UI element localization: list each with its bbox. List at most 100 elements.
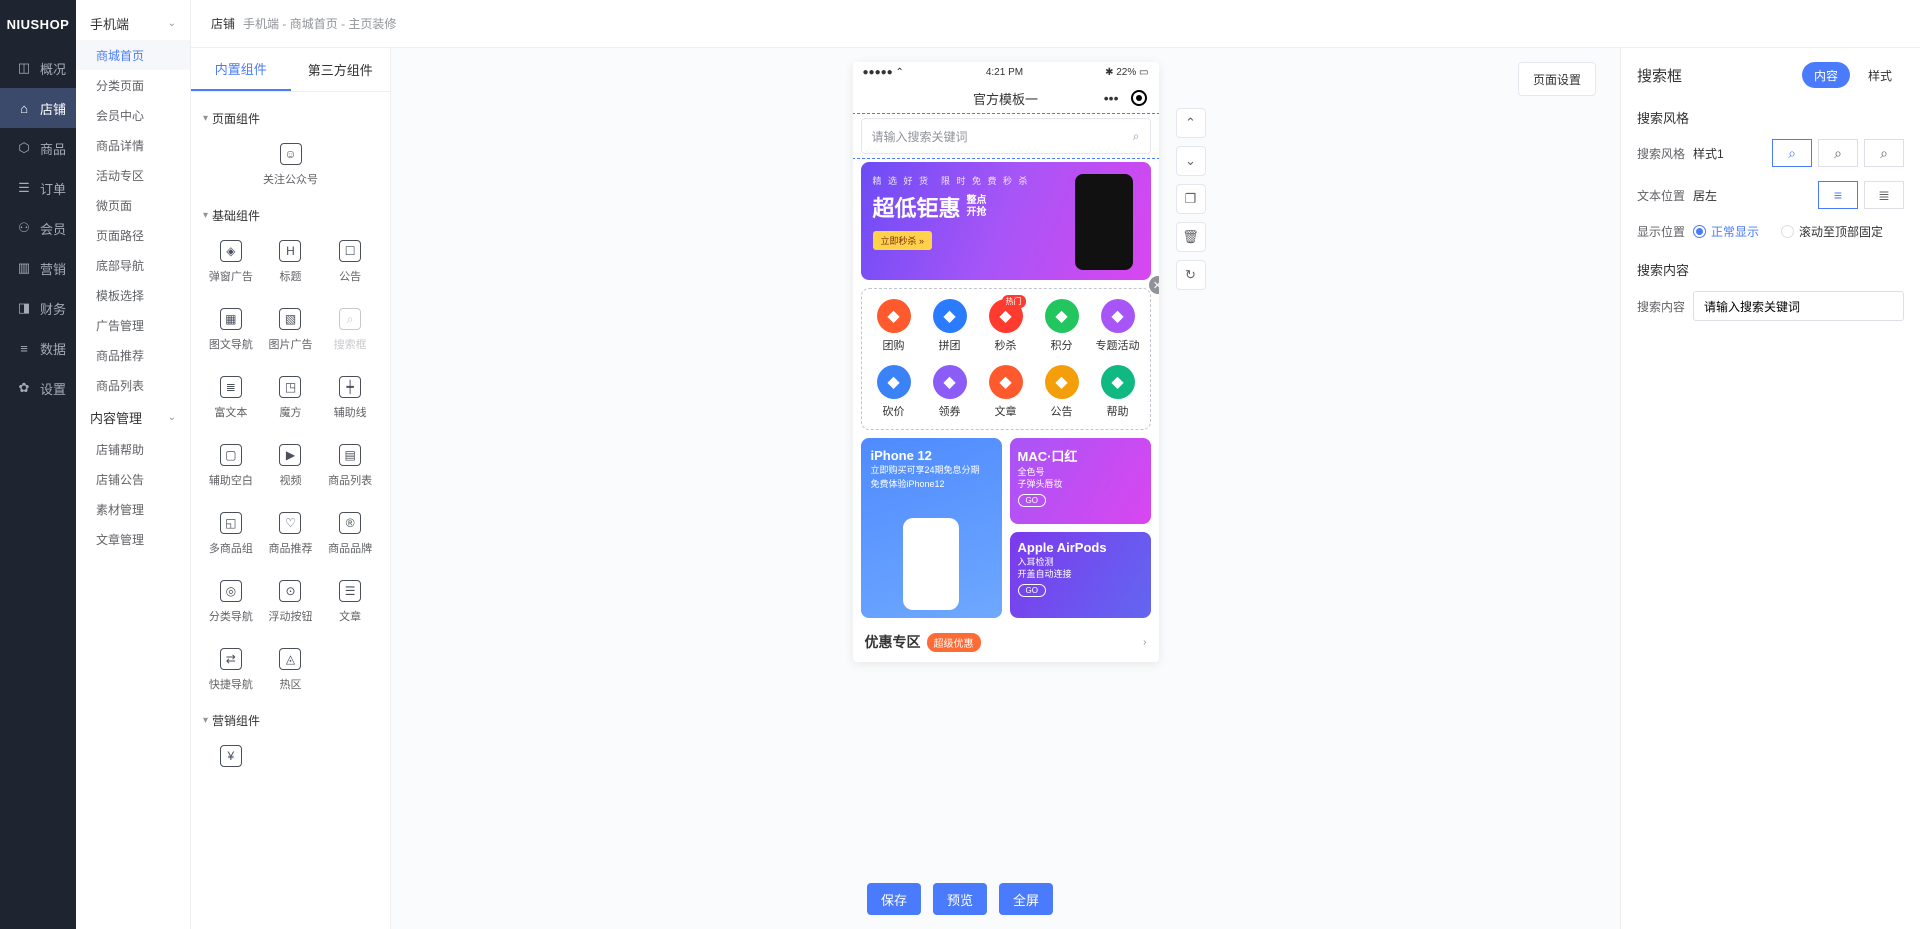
move-up-button[interactable]: ⌃ xyxy=(1176,108,1206,138)
nav-cell[interactable]: ◆拼团 xyxy=(922,299,978,353)
nav-cell-icon: ◆ xyxy=(1101,365,1135,399)
delete-button[interactable]: 🗑 xyxy=(1176,222,1206,252)
props-tab-style[interactable]: 样式 xyxy=(1856,62,1904,88)
sub-item[interactable]: 商品推荐 xyxy=(76,340,190,370)
radio-sticky[interactable]: 滚动至顶部固定 xyxy=(1781,223,1883,240)
nav-cell[interactable]: ◆团购 xyxy=(866,299,922,353)
component-item[interactable]: ◬热区 xyxy=(263,638,319,702)
component-item[interactable]: ⇄快捷导航 xyxy=(203,638,259,702)
sub-item[interactable]: 微页面 xyxy=(76,190,190,220)
sub-item[interactable]: 活动专区 xyxy=(76,160,190,190)
component-item[interactable]: ☐公告 xyxy=(322,230,378,294)
nav-icon: ▥ xyxy=(16,260,32,276)
component-item[interactable]: ▢辅助空白 xyxy=(203,434,259,498)
radio-normal[interactable]: 正常显示 xyxy=(1693,223,1759,240)
component-item[interactable]: ◳魔方 xyxy=(263,366,319,430)
sub-item[interactable]: 会员中心 xyxy=(76,100,190,130)
align-center[interactable]: ≣ xyxy=(1864,181,1904,209)
component-item[interactable]: ▦图文导航 xyxy=(203,298,259,362)
canvas[interactable]: 页面设置 ⌃⌄❐🗑↻ ●●●●● ⌃ 4:21 PM ✱ 22% ▭ 官方模板一… xyxy=(391,48,1620,929)
sub-item[interactable]: 商品列表 xyxy=(76,370,190,400)
more-icon: ••• xyxy=(1104,90,1119,106)
comp-tab-builtin[interactable]: 内置组件 xyxy=(191,48,291,91)
main-nav: NIUSHOP ◫概况⌂店铺⬡商品☰订单⚇会员▥营销◨财务≡数据✿设置 xyxy=(0,0,76,929)
component-item[interactable]: ▤商品列表 xyxy=(322,434,378,498)
component-item[interactable]: ♡商品推荐 xyxy=(263,502,319,566)
search-content-input[interactable] xyxy=(1693,291,1904,321)
logo: NIUSHOP xyxy=(0,0,76,48)
nav-cell[interactable]: ◆文章 xyxy=(978,365,1034,419)
sub-item[interactable]: 底部导航 xyxy=(76,250,190,280)
component-icon: ⊙ xyxy=(279,580,301,602)
refresh-button[interactable]: ↻ xyxy=(1176,260,1206,290)
props-tab-content[interactable]: 内容 xyxy=(1802,62,1850,88)
nav-cell[interactable]: ◆积分 xyxy=(1034,299,1090,353)
fullscreen-button[interactable]: 全屏 xyxy=(999,883,1053,915)
nav-item[interactable]: ⚇会员 xyxy=(0,208,76,248)
component-item[interactable]: ⌕搜索框 xyxy=(322,298,378,362)
nav-cell[interactable]: ◆领券 xyxy=(922,365,978,419)
sub-item[interactable]: 素材管理 xyxy=(76,494,190,524)
sub-item[interactable]: 模板选择 xyxy=(76,280,190,310)
nav-item[interactable]: ◫概况 xyxy=(0,48,76,88)
sub-item[interactable]: 广告管理 xyxy=(76,310,190,340)
move-down-button[interactable]: ⌄ xyxy=(1176,146,1206,176)
sub-item[interactable]: 分类页面 xyxy=(76,70,190,100)
component-item[interactable]: ¥ xyxy=(203,735,259,783)
section-mofang[interactable]: 魔方 iPhone 12 立即购买可享24期免息分期 免费体验iPhone12 … xyxy=(853,434,1159,622)
sub-item[interactable]: 商城首页 xyxy=(76,40,190,70)
save-button[interactable]: 保存 xyxy=(867,883,921,915)
nav-icon: ◨ xyxy=(16,300,32,316)
sub-item[interactable]: 店铺公告 xyxy=(76,464,190,494)
nav-cell[interactable]: ◆砍价 xyxy=(866,365,922,419)
component-item[interactable]: ☰文章 xyxy=(322,570,378,634)
component-item[interactable]: ⊙浮动按钮 xyxy=(263,570,319,634)
component-item[interactable]: ▧图片广告 xyxy=(263,298,319,362)
sub-category[interactable]: 内容管理⌄ xyxy=(76,400,190,434)
phone-title-bar: 官方模板一 ••• xyxy=(853,82,1159,114)
nav-cell[interactable]: 热门◆秒杀 xyxy=(978,299,1034,353)
section-banner[interactable]: 图片广告 精 选 好 货 限 时 免 费 秒 杀 超低钜惠整点开抢 立即秒杀 » xyxy=(853,158,1159,284)
nav-icon: ≡ xyxy=(16,340,32,356)
nav-item[interactable]: ▥营销 xyxy=(0,248,76,288)
section-search[interactable]: 搜索框 请输入搜索关键词 ⌕ xyxy=(853,114,1159,158)
sub-head[interactable]: 手机端 ⌄ xyxy=(76,6,190,40)
search-style-2[interactable]: ⌕ xyxy=(1818,139,1858,167)
component-icon: ♡ xyxy=(279,512,301,534)
copy-button[interactable]: ❐ xyxy=(1176,184,1206,214)
component-item[interactable]: ◎分类导航 xyxy=(203,570,259,634)
component-icon: ◳ xyxy=(279,376,301,398)
nav-cell[interactable]: ◆专题活动 xyxy=(1090,299,1146,353)
nav-item[interactable]: ⌂店铺 xyxy=(0,88,76,128)
component-item[interactable]: ≣富文本 xyxy=(203,366,259,430)
section-title[interactable]: 标题 优惠专区超级优惠 › xyxy=(853,622,1159,662)
search-style-3[interactable]: ⌕ xyxy=(1864,139,1904,167)
preview-button[interactable]: 预览 xyxy=(933,883,987,915)
page-settings-button[interactable]: 页面设置 xyxy=(1518,62,1596,96)
nav-item[interactable]: ◨财务 xyxy=(0,288,76,328)
sub-item[interactable]: 文章管理 xyxy=(76,524,190,554)
comp-tab-3rd[interactable]: 第三方组件 xyxy=(291,48,391,91)
nav-cell[interactable]: ◆公告 xyxy=(1034,365,1090,419)
component-item[interactable]: ┿辅助线 xyxy=(322,366,378,430)
component-item[interactable]: ▶视频 xyxy=(263,434,319,498)
nav-cell[interactable]: ◆帮助 xyxy=(1090,365,1146,419)
sub-item[interactable]: 商品详情 xyxy=(76,130,190,160)
nav-item[interactable]: ⬡商品 xyxy=(0,128,76,168)
sub-item[interactable]: 页面路径 xyxy=(76,220,190,250)
section-navgrid[interactable]: 图文导航 ✕ ◆团购◆拼团热门◆秒杀◆积分◆专题活动◆砍价◆领券◆文章◆公告◆帮… xyxy=(853,284,1159,434)
nav-item[interactable]: ≡数据 xyxy=(0,328,76,368)
component-item[interactable]: ◈弹窗广告 xyxy=(203,230,259,294)
component-item[interactable]: ☺关注公众号 xyxy=(203,133,378,197)
component-item[interactable]: H标题 xyxy=(263,230,319,294)
nav-icon: ⚇ xyxy=(16,220,32,236)
search-style-1[interactable]: ⌕ xyxy=(1772,139,1812,167)
sub-item[interactable]: 店铺帮助 xyxy=(76,434,190,464)
nav-item[interactable]: ✿设置 xyxy=(0,368,76,408)
nav-item[interactable]: ☰订单 xyxy=(0,168,76,208)
align-left[interactable]: ≡ xyxy=(1818,181,1858,209)
component-item[interactable]: ◱多商品组 xyxy=(203,502,259,566)
component-item[interactable]: ®商品品牌 xyxy=(322,502,378,566)
search-icon: ⌕ xyxy=(1133,129,1140,144)
component-icon: ≣ xyxy=(220,376,242,398)
